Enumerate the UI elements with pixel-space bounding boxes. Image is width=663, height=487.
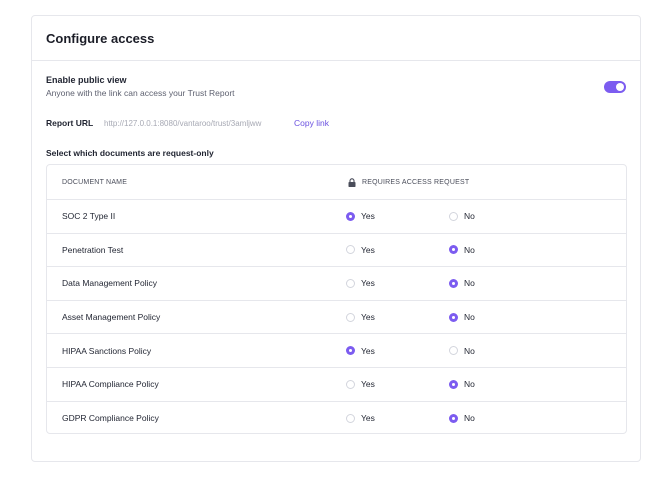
table-row: HIPAA Compliance Policy Yes No: [47, 368, 626, 402]
card-header: Configure access: [32, 16, 640, 61]
no-option[interactable]: No: [449, 245, 475, 255]
no-radio[interactable]: [449, 245, 458, 255]
no-label: No: [464, 312, 475, 323]
yes-radio[interactable]: [346, 413, 355, 423]
no-label: No: [464, 379, 475, 390]
yes-option[interactable]: Yes: [346, 245, 375, 255]
no-radio[interactable]: [449, 312, 458, 322]
column-header-document-name: DOCUMENT NAME: [62, 178, 128, 186]
no-radio[interactable]: [449, 278, 458, 288]
document-name: Penetration Test: [62, 244, 124, 255]
table-header: DOCUMENT NAME REQUIRES ACCESS REQUEST: [47, 165, 626, 200]
yes-label: Yes: [361, 278, 375, 289]
table-row: Asset Management Policy Yes No: [47, 301, 626, 335]
configure-access-card: Configure access Enable public view Anyo…: [31, 15, 641, 462]
yes-radio[interactable]: [346, 312, 355, 322]
document-name: HIPAA Sanctions Policy: [62, 345, 152, 356]
no-option[interactable]: No: [449, 379, 475, 389]
table-row: Data Management Policy Yes No: [47, 267, 626, 301]
yes-label: Yes: [361, 244, 375, 255]
public-view-toggle[interactable]: [604, 81, 626, 93]
yes-label: Yes: [361, 379, 375, 390]
toggle-knob: [616, 83, 624, 91]
document-name: GDPR Compliance Policy: [62, 413, 159, 424]
column-header-requires-request-label: REQUIRES ACCESS REQUEST: [362, 178, 470, 186]
yes-radio[interactable]: [346, 278, 355, 288]
table-row: HIPAA Sanctions Policy Yes No: [47, 334, 626, 368]
yes-option[interactable]: Yes: [346, 312, 375, 322]
document-name: SOC 2 Type II: [62, 211, 116, 222]
no-radio[interactable]: [449, 211, 458, 221]
no-label: No: [464, 345, 475, 356]
yes-radio[interactable]: [346, 245, 355, 255]
no-option[interactable]: No: [449, 312, 475, 322]
table-row: Penetration Test Yes No: [47, 234, 626, 268]
report-url-label: Report URL: [46, 118, 94, 128]
no-radio[interactable]: [449, 413, 458, 423]
documents-section-label: Select which documents are request-only: [46, 148, 214, 158]
yes-option[interactable]: Yes: [346, 278, 375, 288]
table-row: SOC 2 Type II Yes No: [47, 200, 626, 234]
no-label: No: [464, 244, 475, 255]
yes-label: Yes: [361, 413, 375, 424]
table-body: SOC 2 Type II Yes No Penetration Test Yes No D…: [47, 200, 626, 433]
yes-option[interactable]: Yes: [346, 413, 375, 423]
no-option[interactable]: No: [449, 413, 475, 423]
no-radio[interactable]: [449, 346, 458, 356]
report-url-row: Report URL Copy link: [46, 116, 626, 130]
yes-label: Yes: [361, 211, 375, 222]
no-radio[interactable]: [449, 379, 458, 389]
report-url-input[interactable]: [104, 116, 286, 130]
yes-option[interactable]: Yes: [346, 211, 375, 221]
lock-icon: [348, 177, 356, 187]
copy-link-button[interactable]: Copy link: [294, 118, 329, 128]
yes-label: Yes: [361, 312, 375, 323]
public-view-description: Anyone with the link can access your Tru…: [46, 88, 235, 98]
no-label: No: [464, 278, 475, 289]
yes-option[interactable]: Yes: [346, 346, 375, 356]
table-row: GDPR Compliance Policy Yes No: [47, 402, 626, 433]
yes-radio[interactable]: [346, 379, 355, 389]
document-name: Asset Management Policy: [62, 312, 161, 323]
no-label: No: [464, 413, 475, 424]
public-view-title: Enable public view: [46, 75, 127, 85]
no-label: No: [464, 211, 475, 222]
documents-table: DOCUMENT NAME REQUIRES ACCESS REQUEST SO…: [46, 164, 627, 434]
public-view-setting: Enable public view Anyone with the link …: [46, 75, 626, 98]
no-option[interactable]: No: [449, 211, 475, 221]
document-name: HIPAA Compliance Policy: [62, 379, 159, 390]
no-option[interactable]: No: [449, 346, 475, 356]
yes-label: Yes: [361, 345, 375, 356]
yes-radio[interactable]: [346, 211, 355, 221]
page-title: Configure access: [46, 30, 155, 46]
yes-option[interactable]: Yes: [346, 379, 375, 389]
yes-radio[interactable]: [346, 346, 355, 356]
no-option[interactable]: No: [449, 278, 475, 288]
document-name: Data Management Policy: [62, 278, 157, 289]
column-header-requires-request: REQUIRES ACCESS REQUEST: [347, 177, 470, 187]
